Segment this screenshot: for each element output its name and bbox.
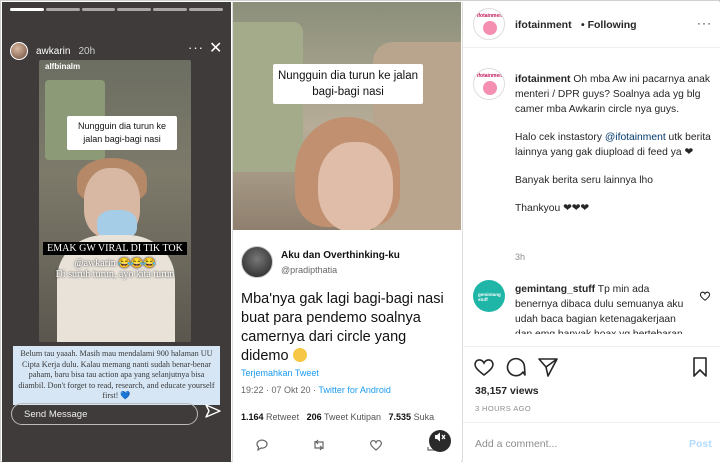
viral-line-2: @awkarin 😂😂😂 [74,258,156,269]
viral-line-3: Di suruh turun, ayo kita turun [55,269,175,280]
retweet-label: Retweet [266,412,300,422]
tweet-author-handle[interactable]: @pradipthatia [281,265,400,275]
comment-username[interactable]: gemintang_stuff [515,284,595,295]
story-username[interactable]: awkarin [36,46,70,57]
send-icon[interactable] [205,403,221,419]
tweet-body-text: Mba'nya gak lagi bagi-bagi nasi buat par… [241,291,444,364]
logo-text: ifotainment [477,73,504,79]
view-count[interactable]: 38,157 views [475,385,539,397]
tweet-author-avatar[interactable] [241,246,273,278]
caption-avatar[interactable]: ifotainment [473,68,505,100]
viral-line-1: EMAK GW VIRAL DI TIK TOK [43,242,187,255]
caption-mention[interactable]: @ifotainment [605,132,666,143]
tweet-meta: 19:22 · 07 Okt 20 · Twitter for Android [241,385,391,395]
story-video-caption: Nungguin dia turun ke jalan bagi-bagi na… [67,116,177,150]
tweet-video-caption: Nungguin dia turun ke jalan bagi-bagi na… [273,64,423,104]
reply-icon[interactable] [255,438,269,452]
mute-icon[interactable] [429,430,451,452]
share-icon[interactable] [537,356,559,378]
story-header: awkarin 20h [10,42,95,60]
tweet-panel: Nungguin dia turun ke jalan bagi-bagi na… [232,2,461,462]
more-options-icon[interactable]: ··· [697,16,712,30]
divider [463,346,720,347]
caption-paragraph-2-pre: Halo cek instastory [515,132,605,143]
tweet-body: Mba'nya gak lagi bagi-bagi nasi buat par… [241,290,456,366]
tweet-time: 19:22 · 07 Okt 20 · [241,385,319,395]
person-face [318,142,393,230]
tweet-stats: 1.164 Retweet 206 Tweet Kutipan 7.535 Su… [241,412,434,422]
story-avatar[interactable] [10,42,28,60]
story-long-text: Belum tau yaaah. Masih mau mendalami 900… [13,346,220,405]
quote-label: Tweet Kutipan [323,412,382,422]
post-time: 3 HOURS AGO [475,404,532,413]
add-comment-input[interactable]: Add a comment... [475,438,557,450]
logo-figure [483,21,497,35]
tweet-source-link[interactable]: Twitter for Android [318,385,391,395]
comment-text: gemintang_stuff Tp min ada benernya diba… [515,282,690,334]
retweet-icon[interactable] [312,438,326,452]
instagram-post-panel: ifotainment ifotainment • Following ··· … [462,2,720,462]
post-actions [473,356,711,378]
quote-count[interactable]: 206 [307,412,322,422]
tweet-video[interactable]: Nungguin dia turun ke jalan bagi-bagi na… [233,2,461,230]
comment-like-icon[interactable] [699,290,711,302]
caption-text: ifotainment Oh mba Aw ini pacarnya anak … [515,72,715,229]
instagram-story-panel: awkarin 20h ··· ✕ alfbinalm Nungguin dia… [2,2,231,462]
story-video[interactable]: alfbinalm Nungguin dia turun ke jalan ba… [39,60,191,342]
translate-tweet-link[interactable]: Terjemahkan Tweet [241,368,319,378]
story-close-icon[interactable]: ✕ [209,38,222,58]
story-time: 20h [78,45,96,57]
story-progress-bars [10,8,223,11]
caption-paragraph-3: Banyak berita seru lainnya lho [515,175,653,186]
like-label: Suka [413,412,435,422]
add-comment-bar: Add a comment... Post [463,422,720,462]
account-username[interactable]: ifotainment [515,19,572,31]
comment-icon[interactable] [505,356,527,378]
send-message-input[interactable]: Send Message [11,403,198,425]
tweet-author-name[interactable]: Aku dan Overthinking-ku [281,250,400,261]
story-viral-text: EMAK GW VIRAL DI TIK TOK @awkarin 😂😂😂 Di… [39,238,191,280]
following-button[interactable]: • Following [581,19,637,31]
like-icon[interactable] [473,356,495,378]
caption-username[interactable]: ifotainment [515,74,571,85]
post-comment-button[interactable]: Post [689,438,712,450]
like-count[interactable]: 7.535 [389,412,412,422]
bookmark-icon[interactable] [689,356,711,378]
grimace-emoji-icon [292,348,307,362]
retweet-count[interactable]: 1.164 [241,412,264,422]
tweet-actions [233,435,461,455]
story-more-icon[interactable]: ··· [188,40,204,55]
like-icon[interactable] [369,438,383,452]
logo-text: ifotainment [477,13,504,19]
screenshot-collage: awkarin 20h ··· ✕ alfbinalm Nungguin dia… [0,0,720,462]
caption-age: 3h [515,252,526,262]
caption-paragraph-4: Thankyou ❤❤❤ [515,203,589,214]
logo-figure [483,81,497,95]
account-avatar[interactable]: ifotainment [473,8,505,40]
comment-avatar-text: gemintang stuff [478,292,501,302]
tiktok-watermark: alfbinalm [45,62,81,71]
tweet-author[interactable]: Aku dan Overthinking-ku @pradipthatia [241,246,400,278]
comment-avatar[interactable]: gemintang stuff [473,280,505,312]
post-header: ifotainment ifotainment • Following ··· [463,2,720,48]
